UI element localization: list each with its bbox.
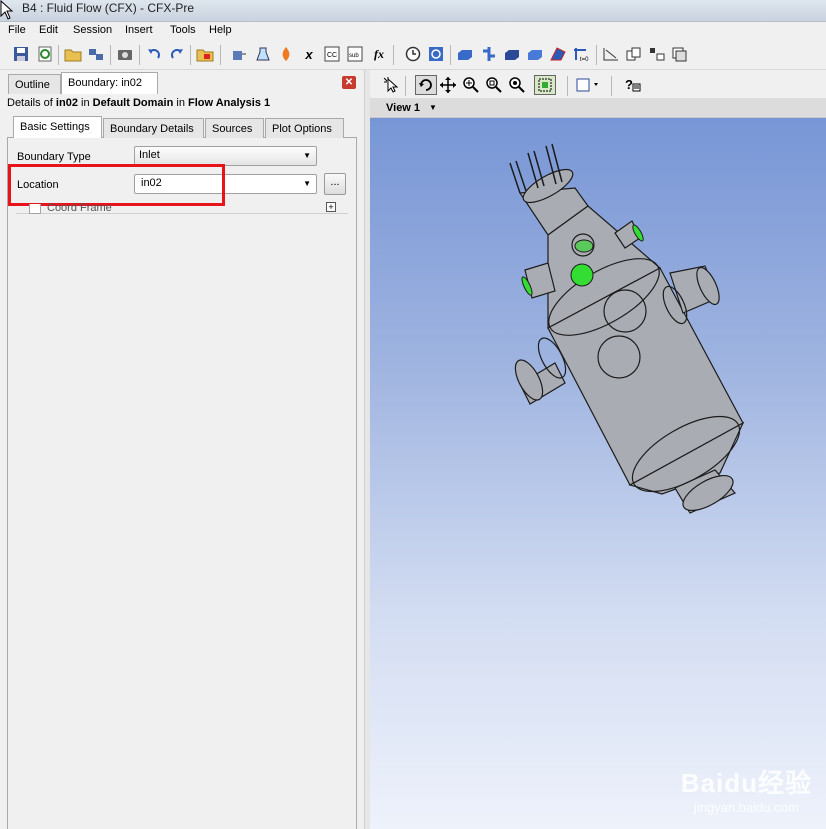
domain-icon[interactable] <box>230 45 248 63</box>
title-bar: B4 : Fluid Flow (CFX) - CFX-Pre <box>0 0 826 22</box>
menu-session[interactable]: Session <box>73 24 112 36</box>
coord-frame-row: Coord Frame + <box>16 202 348 214</box>
svg-text:?: ? <box>625 77 633 92</box>
chevron-down-icon: ▼ <box>429 103 437 112</box>
boundary-type-value: Inlet <box>139 149 160 161</box>
expand-plus-icon[interactable]: + <box>326 202 336 212</box>
mesh-adaption-icon[interactable] <box>602 45 620 63</box>
details-object: in02 <box>55 97 78 109</box>
function-icon[interactable]: fx <box>370 45 388 63</box>
details-domain: Default Domain <box>92 97 174 109</box>
expression-icon[interactable]: x <box>300 45 318 63</box>
subroutine-icon[interactable]: sub <box>346 45 364 63</box>
view-selector[interactable]: View 1 ▼ <box>370 98 826 118</box>
help-query-icon[interactable]: ? <box>624 76 642 94</box>
settings-content <box>7 137 357 829</box>
view-label: View 1 <box>386 102 421 114</box>
tab-boundary-details[interactable]: Boundary Details <box>103 118 204 138</box>
camera-icon[interactable] <box>116 45 134 63</box>
geometry-model <box>509 143 745 514</box>
zoom-icon[interactable] <box>462 76 480 94</box>
details-caption: Details of in02 in Default Domain in Flo… <box>7 97 270 109</box>
refresh-icon[interactable] <box>36 45 54 63</box>
close-icon[interactable]: ✕ <box>342 76 356 89</box>
rotate-icon[interactable] <box>415 75 437 95</box>
solver-icon[interactable] <box>427 45 445 63</box>
tab-boundary-in02[interactable]: Boundary: in02 <box>61 72 158 94</box>
svg-text:CC: CC <box>327 52 337 59</box>
watermark-url: jingyan.baidu.com <box>693 800 799 815</box>
boundary-type-label: Boundary Type <box>17 151 91 163</box>
menu-help[interactable]: Help <box>209 24 232 36</box>
coord-frame-label: Coord Frame <box>47 202 112 214</box>
interface-icon[interactable] <box>480 45 498 63</box>
svg-text:sub: sub <box>349 53 359 59</box>
chevron-down-icon: ▼ <box>303 179 311 188</box>
tab-outline[interactable]: Outline <box>8 74 61 94</box>
clock-icon[interactable] <box>404 45 422 63</box>
mesh-icon[interactable] <box>87 45 105 63</box>
baidu-watermark: Baidu经验 jingyan.baidu.com <box>681 763 812 815</box>
menu-file[interactable]: File <box>8 24 26 36</box>
save-icon[interactable] <box>12 45 30 63</box>
import-icon[interactable] <box>64 45 82 63</box>
menu-insert[interactable]: Insert <box>125 24 153 36</box>
zoom-box-icon[interactable] <box>485 76 503 94</box>
details-panel: Outline Boundary: in02 ✕ Details of in02… <box>0 70 364 829</box>
details-analysis: Flow Analysis 1 <box>188 97 271 109</box>
watermark-brand: Baidu经验 <box>680 768 812 798</box>
cc-icon[interactable]: CC <box>323 45 341 63</box>
initial-values-icon[interactable]: t=0 <box>572 45 590 63</box>
transform-icon[interactable] <box>549 45 567 63</box>
3d-viewport[interactable]: Baidu经验 jingyan.baidu.com <box>370 118 826 829</box>
source-icon[interactable] <box>277 45 295 63</box>
tab-basic-settings[interactable]: Basic Settings <box>13 116 102 138</box>
boundary-icon[interactable] <box>456 45 474 63</box>
boundary-type-select[interactable]: Inlet ▼ <box>134 146 317 166</box>
coord-frame-checkbox[interactable] <box>29 204 41 214</box>
fluid-icon[interactable] <box>254 45 272 63</box>
undo-icon[interactable] <box>145 45 163 63</box>
viewport-layout-dropdown[interactable] <box>575 76 603 94</box>
pan-icon[interactable] <box>439 76 457 94</box>
tab-plot-options[interactable]: Plot Options <box>265 118 344 138</box>
region-icon[interactable] <box>526 45 544 63</box>
menu-bar: File Edit Session Insert Tools Help <box>0 22 826 40</box>
zoom-fit-icon[interactable] <box>508 76 526 94</box>
copy-icon[interactable] <box>625 45 643 63</box>
monitor-icon[interactable] <box>648 45 666 63</box>
details-in: in <box>81 97 90 109</box>
viewer-toolbar: ? <box>370 70 826 98</box>
main-toolbar: x CC sub fx t=0 <box>0 40 826 70</box>
location-browse-button[interactable]: ... <box>324 173 346 195</box>
details-prefix: Details of <box>7 97 53 109</box>
menu-tools[interactable]: Tools <box>170 24 196 36</box>
window-title: B4 : Fluid Flow (CFX) - CFX-Pre <box>22 1 195 15</box>
fit-view-icon[interactable] <box>534 75 556 95</box>
select-icon[interactable] <box>382 76 400 94</box>
chevron-down-icon: ▼ <box>303 151 311 160</box>
subdomain-icon[interactable] <box>503 45 521 63</box>
mouse-cursor-icon <box>0 0 14 20</box>
details-in-2: in <box>176 97 185 109</box>
svg-text:t=0: t=0 <box>580 57 589 62</box>
location-highlight-box <box>8 164 225 206</box>
redo-icon[interactable] <box>168 45 186 63</box>
output-icon[interactable] <box>671 45 689 63</box>
menu-edit[interactable]: Edit <box>39 24 58 36</box>
open-folder-icon[interactable] <box>196 45 214 63</box>
tab-sources[interactable]: Sources <box>205 118 264 138</box>
